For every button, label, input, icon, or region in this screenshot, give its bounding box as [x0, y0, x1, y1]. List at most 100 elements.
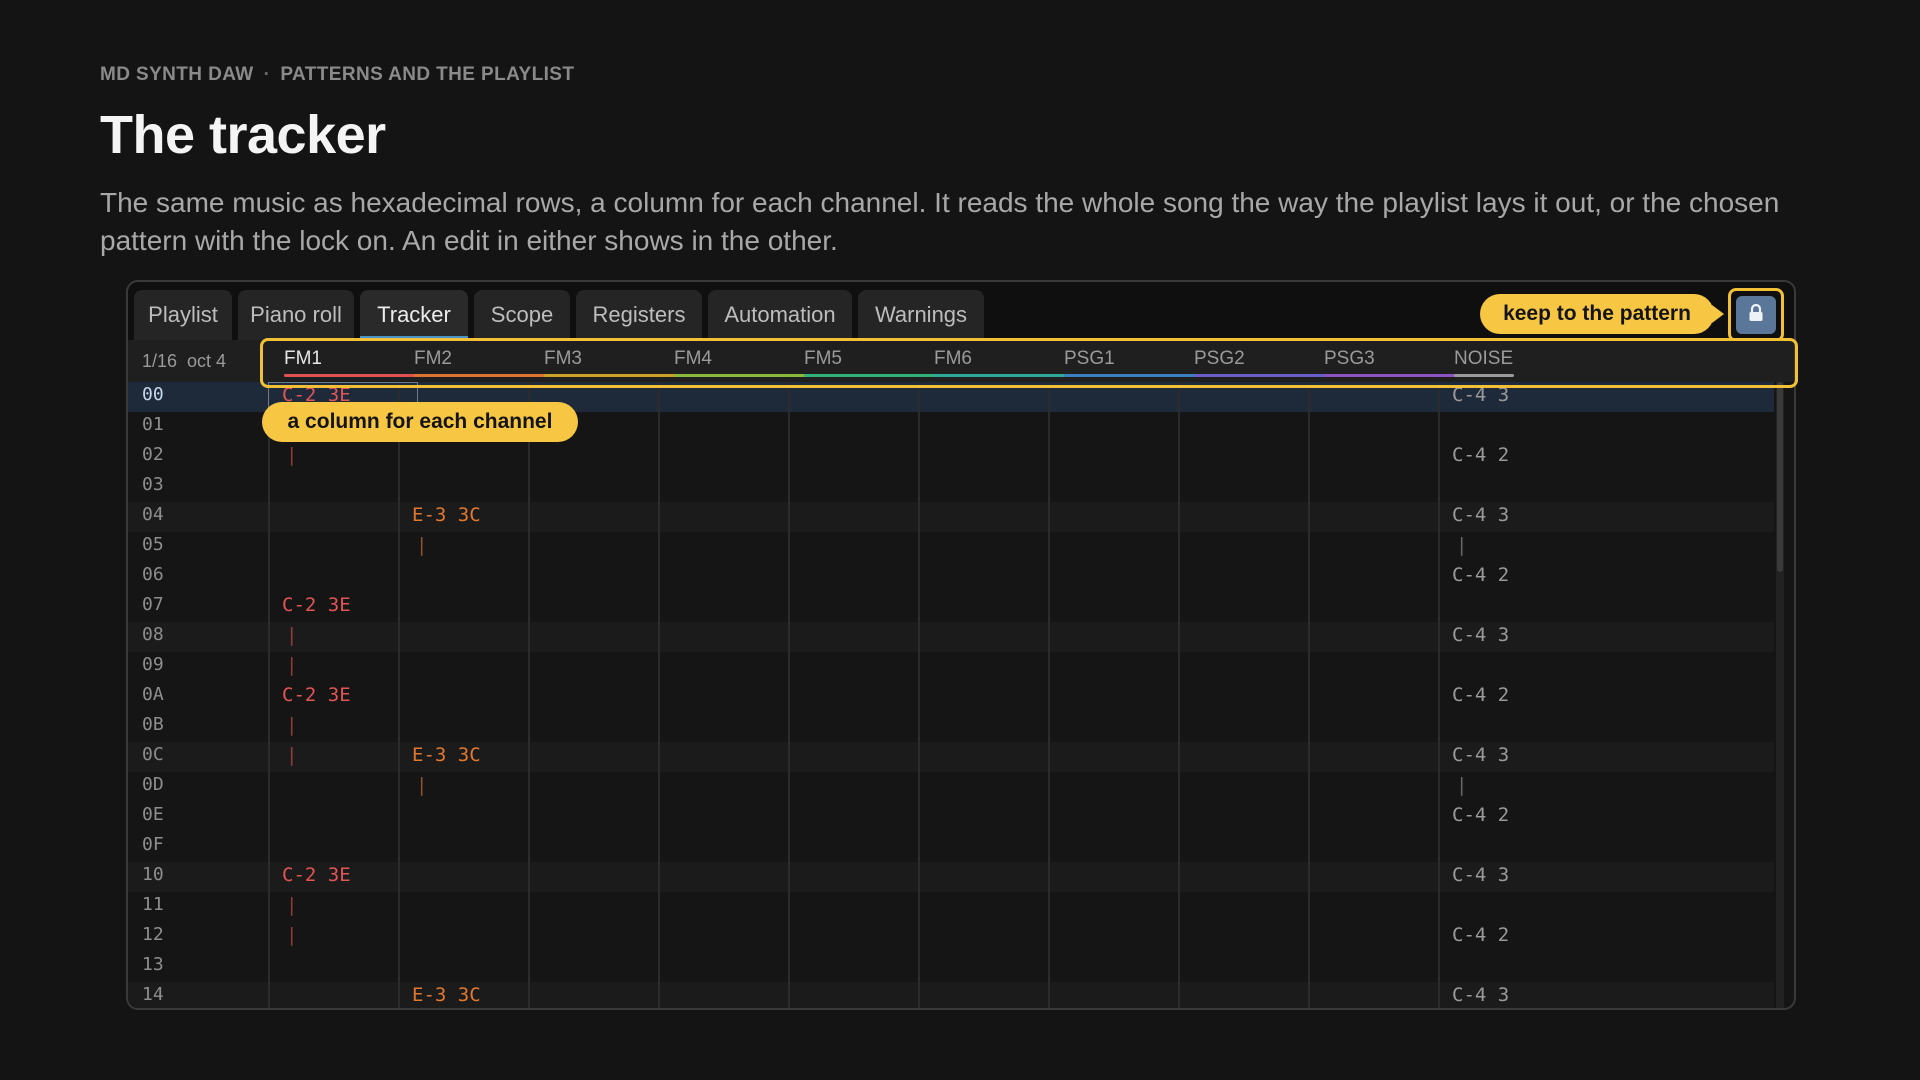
- table-row[interactable]: 04 E-3 3C C-4 3: [128, 502, 1774, 532]
- channel-color-bar: [934, 374, 1066, 377]
- tab-scope[interactable]: Scope: [474, 290, 570, 340]
- tab-label: Automation: [724, 302, 836, 327]
- tab-bar: Playlist Piano roll Tracker Scope Regist…: [128, 282, 1794, 342]
- cell-fm1[interactable]: |: [286, 714, 297, 736]
- table-row[interactable]: 14 E-3 3C C-4 3: [128, 982, 1774, 1008]
- cell-fm1[interactable]: C-2 3E: [282, 684, 351, 706]
- tab-warnings[interactable]: Warnings: [858, 290, 984, 340]
- channel-label: FM4: [674, 348, 712, 369]
- table-row[interactable]: 06 C-4 2: [128, 562, 1774, 592]
- table-row[interactable]: 09 |: [128, 652, 1774, 682]
- cell-fm2[interactable]: |: [416, 534, 427, 556]
- tab-playlist[interactable]: Playlist: [134, 290, 232, 340]
- tab-tracker[interactable]: Tracker: [360, 290, 468, 340]
- tab-label: Tracker: [377, 302, 451, 327]
- cell-fm2[interactable]: |: [416, 774, 427, 796]
- table-row[interactable]: 13: [128, 952, 1774, 982]
- cell-fm1[interactable]: C-2 3E: [282, 594, 351, 616]
- cell-fm1[interactable]: |: [286, 444, 297, 466]
- table-row[interactable]: 0B |: [128, 712, 1774, 742]
- row-number: 03: [142, 474, 164, 495]
- column-divider: [1178, 382, 1180, 1008]
- table-row[interactable]: 07 C-2 3E: [128, 592, 1774, 622]
- page-description: The same music as hexadecimal rows, a co…: [100, 187, 1780, 256]
- channels-callout: a column for each channel: [262, 402, 578, 442]
- cell-fm2[interactable]: E-3 3C: [412, 504, 481, 526]
- cell-fm2[interactable]: E-3 3C: [412, 744, 481, 766]
- tab-label: Registers: [592, 302, 686, 327]
- row-number: 0E: [142, 804, 164, 825]
- channel-label: FM3: [544, 348, 582, 369]
- cell-noise[interactable]: |: [1456, 774, 1514, 796]
- row-number: 01: [142, 414, 164, 435]
- cell-noise[interactable]: C-4 3: [1452, 864, 1510, 886]
- cell-noise[interactable]: C-4 2: [1452, 564, 1510, 586]
- table-row[interactable]: 0F: [128, 832, 1774, 862]
- row-number: 02: [142, 444, 164, 465]
- cell-fm1[interactable]: |: [286, 624, 297, 646]
- channel-color-bar: [1064, 374, 1196, 377]
- row-number: 04: [142, 504, 164, 525]
- cell-fm2[interactable]: E-3 3C: [412, 984, 481, 1006]
- cell-noise[interactable]: C-4 3: [1452, 744, 1510, 766]
- pattern-lock-button[interactable]: [1736, 296, 1776, 334]
- vertical-scrollbar[interactable]: [1776, 382, 1784, 1008]
- column-divider: [1438, 382, 1440, 1008]
- cell-noise[interactable]: C-4 2: [1452, 924, 1510, 946]
- tab-registers[interactable]: Registers: [576, 290, 702, 340]
- row-number: 06: [142, 564, 164, 585]
- column-divider: [658, 382, 660, 1008]
- cell-noise[interactable]: C-4 3: [1452, 384, 1510, 406]
- table-row[interactable]: 11 |: [128, 892, 1774, 922]
- cell-noise[interactable]: C-4 2: [1452, 684, 1510, 706]
- table-row[interactable]: 0A C-2 3E C-4 2: [128, 682, 1774, 712]
- scrollbar-thumb[interactable]: [1777, 382, 1783, 572]
- row-number: 0D: [142, 774, 164, 795]
- table-row[interactable]: 10 C-2 3E C-4 3: [128, 862, 1774, 892]
- tab-piano-roll[interactable]: Piano roll: [238, 290, 354, 340]
- table-row[interactable]: 12 | C-4 2: [128, 922, 1774, 952]
- column-divider: [1308, 382, 1310, 1008]
- tracker-grid[interactable]: 00 C-2 3E C-4 3 01 02 | C-4 2 03 04 E-3 3C C-4 3 05…: [128, 382, 1774, 1008]
- table-row[interactable]: 03: [128, 472, 1774, 502]
- step-readout: 1/16: [142, 350, 178, 371]
- table-row[interactable]: 02 | C-4 2: [128, 442, 1774, 472]
- tab-label: Playlist: [148, 302, 218, 327]
- octave-readout: oct 4: [187, 350, 227, 371]
- cell-fm1[interactable]: |: [286, 744, 297, 766]
- channel-color-bar: [674, 374, 806, 377]
- row-number: 13: [142, 954, 164, 975]
- breadcrumb: MD SYNTH DAW · PATTERNS AND THE PLAYLIST: [100, 64, 574, 86]
- channel-label: FM1: [284, 348, 322, 369]
- cell-fm1[interactable]: C-2 3E: [282, 864, 351, 886]
- cell-noise[interactable]: C-4 3: [1452, 504, 1510, 526]
- channel-color-bar: [414, 374, 546, 377]
- breadcrumb-app: MD SYNTH DAW: [100, 64, 254, 85]
- row-number: 0A: [142, 684, 164, 705]
- cell-fm1[interactable]: |: [286, 654, 297, 676]
- row-number: 10: [142, 864, 164, 885]
- lock-highlight: [1728, 288, 1784, 342]
- table-row[interactable]: 0C | E-3 3C C-4 3: [128, 742, 1774, 772]
- row-number: 12: [142, 924, 164, 945]
- table-row[interactable]: 08 | C-4 3: [128, 622, 1774, 652]
- cell-noise[interactable]: C-4 3: [1452, 984, 1510, 1006]
- cell-noise[interactable]: C-4 2: [1452, 804, 1510, 826]
- channel-label: FM2: [414, 348, 452, 369]
- breadcrumb-section: PATTERNS AND THE PLAYLIST: [280, 64, 575, 85]
- table-row[interactable]: 05 | |: [128, 532, 1774, 562]
- channel-color-bar: [1324, 374, 1456, 377]
- row-number: 11: [142, 894, 164, 915]
- cell-noise[interactable]: C-4 3: [1452, 624, 1510, 646]
- tab-automation[interactable]: Automation: [708, 290, 852, 340]
- cell-fm1[interactable]: |: [286, 894, 297, 916]
- cell-noise[interactable]: |: [1456, 534, 1514, 556]
- lock-icon: [1747, 303, 1765, 328]
- cell-fm1[interactable]: |: [286, 924, 297, 946]
- table-row[interactable]: 0E C-4 2: [128, 802, 1774, 832]
- cell-noise[interactable]: C-4 2: [1452, 444, 1510, 466]
- row-number: 0C: [142, 744, 164, 765]
- table-row[interactable]: 0D | |: [128, 772, 1774, 802]
- row-number: 00: [142, 384, 164, 405]
- channel-header-row: 1/16 oct 4 FM1 FM2 FM3 FM4 FM5 FM6 PSG1 PSG2 PSG…: [128, 340, 1794, 382]
